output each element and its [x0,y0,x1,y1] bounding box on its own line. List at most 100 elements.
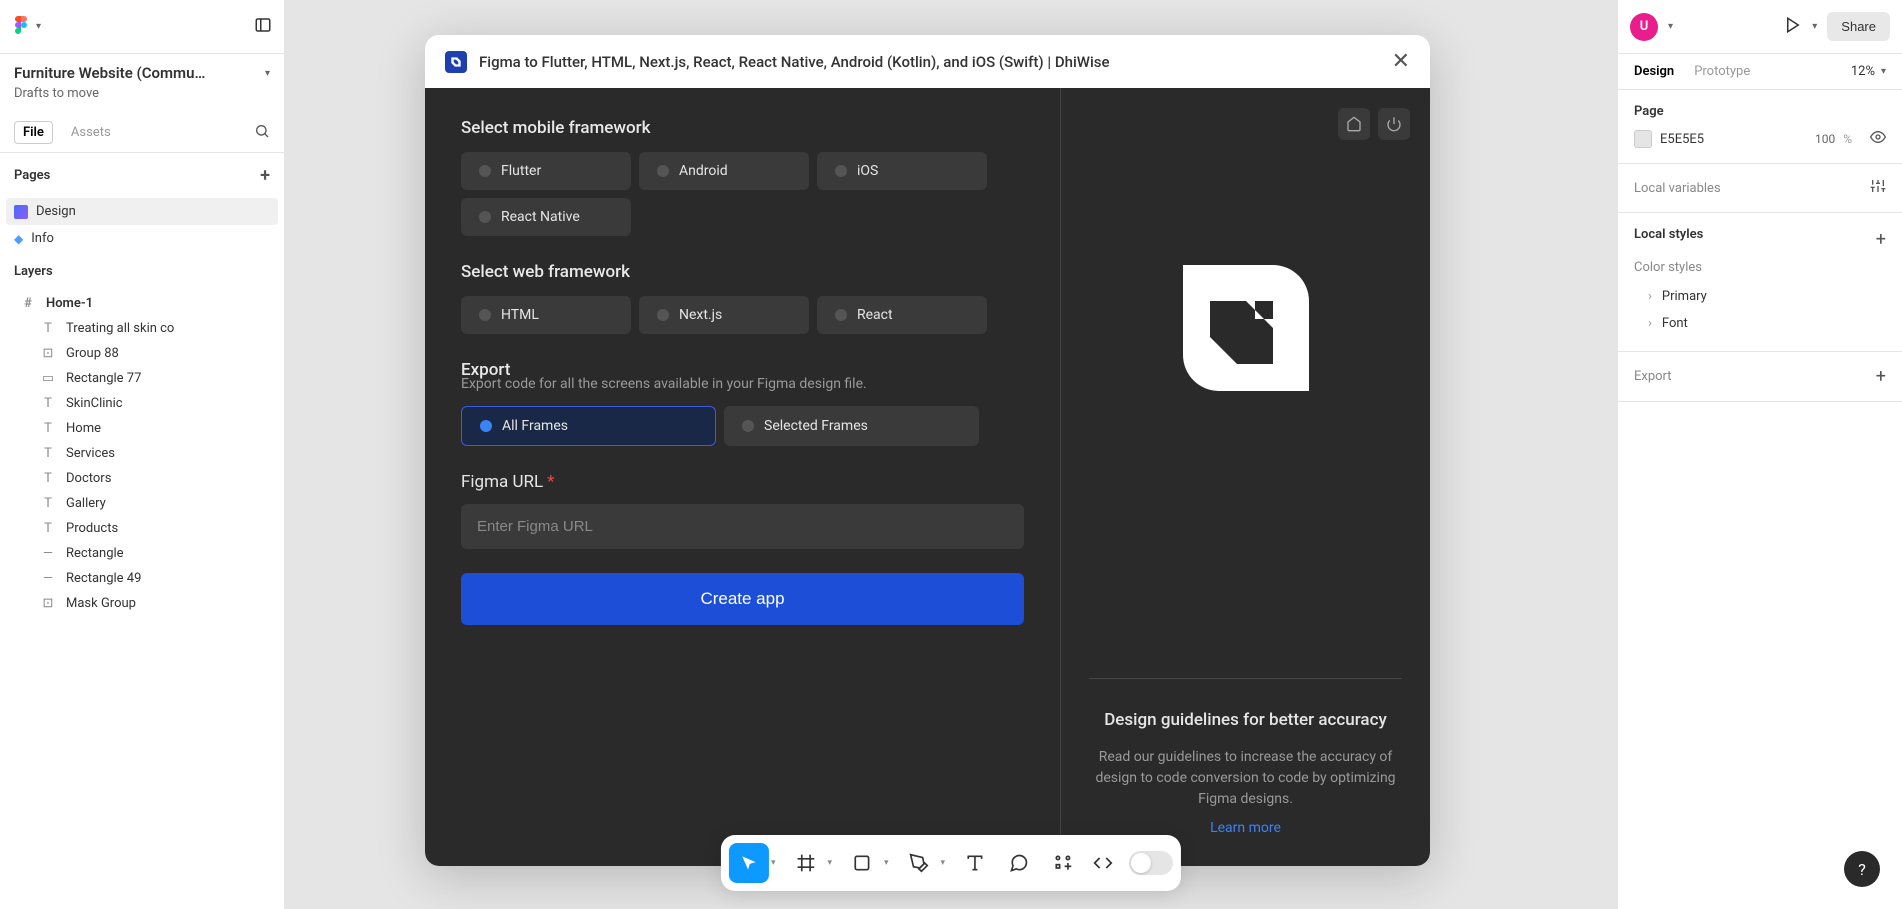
style-label: Font [1662,316,1688,331]
dhiwise-big-logo-icon [1156,238,1336,418]
mobile-framework-title: Select mobile framework [461,118,1024,138]
group-icon: ⊡ [40,596,56,611]
layer-item[interactable]: TSkinClinic [0,391,284,416]
learn-more-link[interactable]: Learn more [1210,820,1281,836]
panel-toggle-icon[interactable] [254,16,272,38]
guidelines-body: Read our guidelines to increase the accu… [1089,747,1402,810]
close-icon[interactable]: ✕ [1392,49,1410,74]
color-swatch[interactable] [1634,130,1652,148]
tab-design[interactable]: Design [1634,64,1674,79]
actions-tool[interactable] [1043,843,1083,883]
layer-label: Doctors [66,471,111,486]
style-item-primary[interactable]: › Primary [1634,283,1886,310]
search-icon[interactable] [254,123,270,143]
page-info[interactable]: ◆ Info [0,225,284,252]
radio-icon [835,309,847,321]
help-button[interactable]: ? [1844,851,1880,887]
add-page-icon[interactable]: + [260,165,270,186]
move-tool[interactable] [729,843,769,883]
layer-item[interactable]: ⊡ Mask Group [0,591,284,616]
style-item-font[interactable]: › Font [1634,310,1886,337]
text-tool[interactable] [955,843,995,883]
drafts-label[interactable]: Drafts to move [0,84,284,113]
pages-title: Pages [14,168,50,183]
required-asterisk: * [547,472,554,492]
chevron-down-icon[interactable]: ▾ [771,858,776,868]
left-tabs: File Assets [0,113,284,153]
pen-tool[interactable] [899,843,939,883]
chip-all-frames[interactable]: All Frames [461,406,716,446]
add-export-icon[interactable]: + [1876,366,1886,387]
layer-item[interactable]: ▭Rectangle 77 [0,366,284,391]
web-framework-options: HTML Next.js React [461,296,1024,334]
file-name-row[interactable]: Furniture Website (Commu… ▾ [0,54,284,84]
figma-url-input[interactable] [461,504,1024,549]
avatar[interactable]: U [1630,13,1658,41]
add-style-icon[interactable]: + [1876,229,1886,250]
modal-icon-bar [1338,108,1410,140]
radio-icon [479,309,491,321]
tab-assets[interactable]: Assets [71,125,111,140]
chip-ios[interactable]: iOS [817,152,987,190]
layer-item[interactable]: THome [0,416,284,441]
chip-react[interactable]: React [817,296,987,334]
home-icon[interactable] [1338,108,1370,140]
url-label-text: Figma URL [461,472,543,492]
chip-label: HTML [501,307,539,323]
chip-label: Android [679,163,728,179]
shape-tool[interactable] [842,843,882,883]
page-design[interactable]: Design [6,198,278,225]
layer-item[interactable]: TServices [0,441,284,466]
chevron-down-icon[interactable]: ▾ [941,858,946,868]
chevron-down-icon[interactable]: ▾ [1668,21,1673,32]
layer-frame[interactable]: # Home-1 [0,291,284,316]
layer-item[interactable]: —Rectangle [0,541,284,566]
tab-prototype[interactable]: Prototype [1694,64,1750,79]
group-icon: ⊡ [40,346,56,361]
layer-item[interactable]: ⊡Group 88 [0,341,284,366]
text-icon: T [40,446,56,461]
text-icon: T [40,496,56,511]
figma-menu[interactable]: ▾ [12,16,41,38]
eye-icon[interactable] [1870,129,1886,149]
chevron-down-icon[interactable]: ▾ [884,858,889,868]
layer-item[interactable]: —Rectangle 49 [0,566,284,591]
web-framework-title: Select web framework [461,262,1024,282]
radio-icon [479,211,491,223]
layer-item[interactable]: TGallery [0,491,284,516]
zoom-control[interactable]: 12% ▾ [1851,64,1886,79]
layer-item[interactable]: TTreating all skin co [0,316,284,341]
chip-html[interactable]: HTML [461,296,631,334]
right-panel: U ▾ ▾ Share Design Prototype 12% ▾ Page … [1617,0,1902,909]
chip-flutter[interactable]: Flutter [461,152,631,190]
create-app-button[interactable]: Create app [461,573,1024,625]
chevron-down-icon: ▾ [36,21,41,32]
chip-selected-frames[interactable]: Selected Frames [724,406,979,446]
comment-tool[interactable] [999,843,1039,883]
layer-label: Mask Group [66,596,136,611]
dev-mode-icon[interactable] [1087,843,1119,883]
line-icon: — [40,546,56,561]
tab-file[interactable]: File [14,121,53,144]
chevron-down-icon[interactable]: ▾ [827,858,832,868]
page-color-row[interactable]: E5E5E5 100 % [1634,129,1886,149]
share-button[interactable]: Share [1827,12,1890,41]
power-icon[interactable] [1378,108,1410,140]
local-variables-section: Local variables [1618,164,1902,213]
chip-nextjs[interactable]: Next.js [639,296,809,334]
chevron-right-icon: › [1648,316,1652,331]
text-icon: T [40,396,56,411]
play-icon[interactable] [1784,16,1802,38]
frame-tool[interactable] [785,843,825,883]
dev-mode-toggle[interactable] [1129,851,1173,875]
info-icon: ◆ [14,232,23,246]
modal-sidebar: Design guidelines for better accuracy Re… [1060,88,1430,866]
layer-item[interactable]: TProducts [0,516,284,541]
layer-item[interactable]: TDoctors [0,466,284,491]
settings-icon[interactable] [1870,178,1886,198]
page-section-title: Page [1634,104,1886,119]
chip-react-native[interactable]: React Native [461,198,631,236]
chevron-down-icon[interactable]: ▾ [1812,21,1817,32]
left-panel: ▾ Furniture Website (Commu… ▾ Drafts to … [0,0,285,909]
chip-android[interactable]: Android [639,152,809,190]
